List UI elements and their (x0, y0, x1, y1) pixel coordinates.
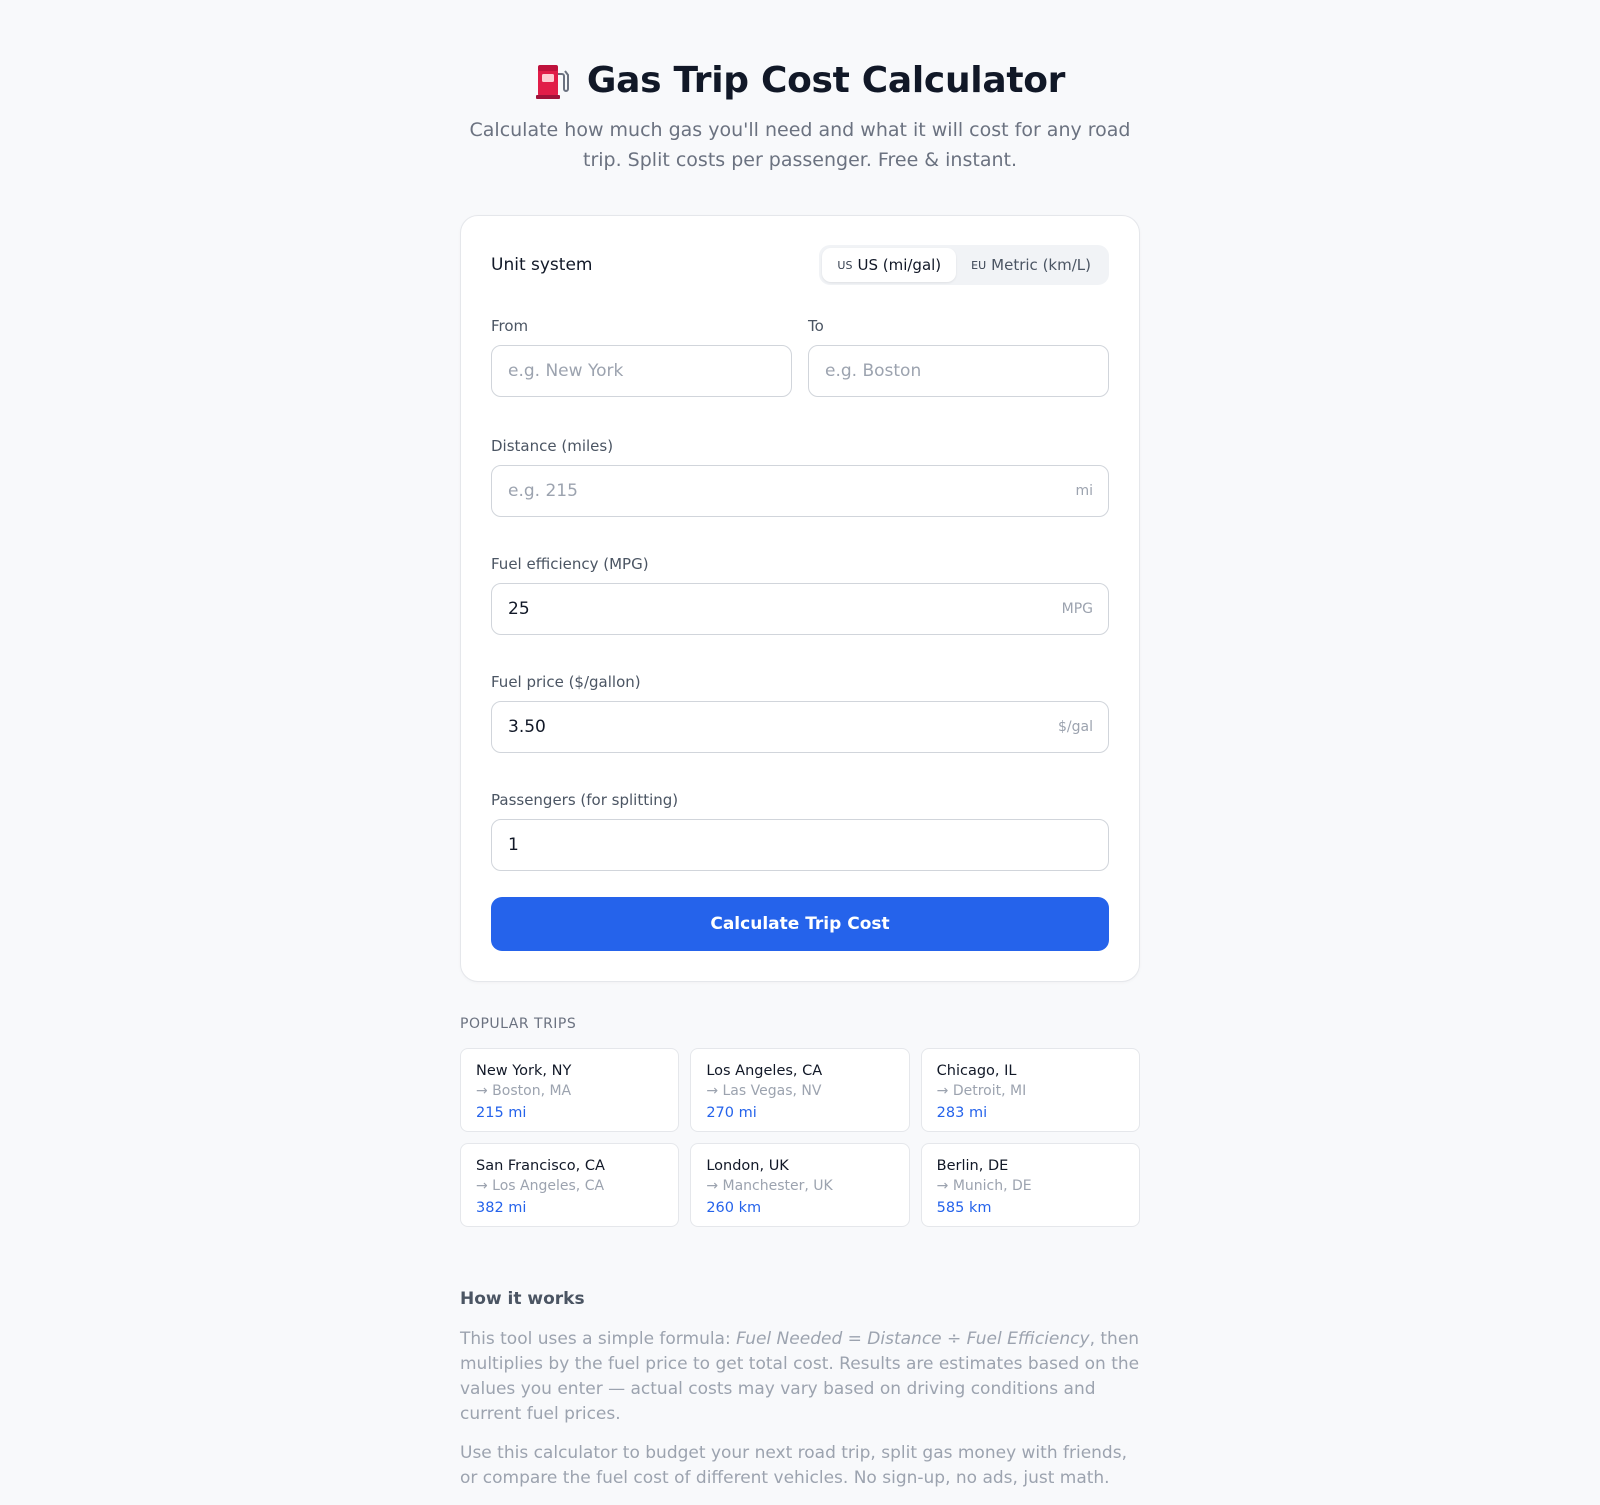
formula-intro: This tool uses a simple formula: (460, 1329, 737, 1349)
trip-origin: London, UK (706, 1158, 789, 1174)
price-label: Fuel price ($/gallon) (491, 673, 641, 691)
calculator-card: Unit system US US (mi/gal) EU Metric (km… (460, 215, 1140, 982)
trip-origin: Berlin, DE (936, 1158, 1009, 1174)
fuel-pump-icon (535, 62, 569, 100)
unit-option-us[interactable]: US US (mi/gal) (822, 248, 957, 282)
trip-card[interactable]: New York, NY → Boston, MA 215 mi (460, 1048, 680, 1132)
unit-option-metric[interactable]: EU Metric (km/L) (956, 248, 1106, 282)
to-label: To (808, 317, 824, 335)
distance-field-group: Distance (miles) mi (491, 437, 1109, 517)
to-field-group: To (808, 317, 1109, 397)
distance-input-wrap: mi (491, 465, 1109, 517)
efficiency-field-group: Fuel efficiency (MPG) MPG (491, 555, 1109, 635)
trip-origin: Los Angeles, CA (706, 1063, 823, 1079)
efficiency-label: Fuel efficiency (MPG) (491, 555, 649, 573)
price-input-wrap: $/gal (491, 701, 1109, 753)
trip-destination: → Los Angeles, CA (476, 1178, 605, 1194)
trip-origin: New York, NY (476, 1063, 572, 1079)
route-row: From To (491, 317, 1109, 397)
formula-text: Fuel Needed = Distance ÷ Fuel Efficiency (736, 1329, 1090, 1349)
from-field-group: From (491, 317, 792, 397)
how-it-works-paragraph-1: This tool uses a simple formula: Fuel Ne… (460, 1327, 1140, 1427)
trip-destination: → Manchester, UK (706, 1178, 833, 1194)
page-subtitle: Calculate how much gas you'll need and w… (469, 119, 1131, 171)
distance-unit-suffix: mi (1075, 483, 1093, 499)
price-unit-suffix: $/gal (1058, 719, 1093, 735)
price-field-group: Fuel price ($/gallon) $/gal (491, 673, 1109, 753)
to-input[interactable] (808, 345, 1109, 397)
calculate-button[interactable]: Calculate Trip Cost (491, 897, 1109, 951)
trip-origin: San Francisco, CA (476, 1158, 605, 1174)
trip-destination: → Munich, DE (936, 1178, 1032, 1194)
from-label: From (491, 317, 529, 335)
trip-card[interactable]: Los Angeles, CA → Las Vegas, NV 270 mi (690, 1048, 910, 1132)
trip-distance: 585 km (936, 1200, 992, 1216)
us-flag-icon: US (837, 258, 853, 272)
popular-trips-grid: New York, NY → Boston, MA 215 mi Los Ang… (460, 1048, 1140, 1227)
trip-destination: → Las Vegas, NV (706, 1083, 822, 1099)
trip-destination: → Boston, MA (476, 1083, 572, 1099)
page: Gas Trip Cost Calculator Calculate how m… (460, 0, 1140, 1491)
page-title: Gas Trip Cost Calculator (460, 60, 1140, 101)
hero: Gas Trip Cost Calculator Calculate how m… (460, 60, 1140, 175)
how-it-works-section: How it works This tool uses a simple for… (460, 1289, 1140, 1491)
from-input[interactable] (491, 345, 792, 397)
distance-input[interactable] (491, 465, 1109, 517)
unit-option-us-label: US (mi/gal) (857, 256, 942, 274)
how-it-works-paragraph-2: Use this calculator to budget your next … (460, 1443, 1127, 1488)
distance-label: Distance (miles) (491, 437, 614, 455)
trip-destination: → Detroit, MI (936, 1083, 1027, 1099)
trip-distance: 270 mi (706, 1105, 757, 1121)
unit-system-row: Unit system US US (mi/gal) EU Metric (km… (491, 245, 1109, 285)
passengers-label: Passengers (for splitting) (491, 791, 679, 809)
trip-card[interactable]: London, UK → Manchester, UK 260 km (690, 1143, 910, 1227)
eu-flag-icon: EU (971, 258, 987, 272)
efficiency-input-wrap: MPG (491, 583, 1109, 635)
unit-system-toggle: US US (mi/gal) EU Metric (km/L) (819, 245, 1109, 285)
how-it-works-heading: How it works (460, 1289, 585, 1309)
trip-distance: 382 mi (476, 1200, 527, 1216)
trip-card[interactable]: Chicago, IL → Detroit, MI 283 mi (920, 1048, 1140, 1132)
passengers-input[interactable] (491, 819, 1109, 871)
unit-option-metric-label: Metric (km/L) (991, 256, 1091, 274)
trip-distance: 283 mi (936, 1105, 988, 1121)
trip-origin: Chicago, IL (936, 1063, 1017, 1079)
popular-trips-heading: POPULAR TRIPS (460, 1016, 577, 1032)
trip-distance: 215 mi (476, 1105, 527, 1121)
trip-card[interactable]: Berlin, DE → Munich, DE 585 km (920, 1143, 1140, 1227)
trip-card[interactable]: San Francisco, CA → Los Angeles, CA 382 … (460, 1143, 680, 1227)
price-input[interactable] (491, 701, 1109, 753)
passengers-field-group: Passengers (for splitting) (491, 791, 1109, 871)
efficiency-unit-suffix: MPG (1061, 601, 1093, 617)
efficiency-input[interactable] (491, 583, 1109, 635)
unit-system-label: Unit system (491, 255, 593, 275)
trip-distance: 260 km (706, 1200, 762, 1216)
page-title-text: Gas Trip Cost Calculator (586, 60, 1066, 101)
